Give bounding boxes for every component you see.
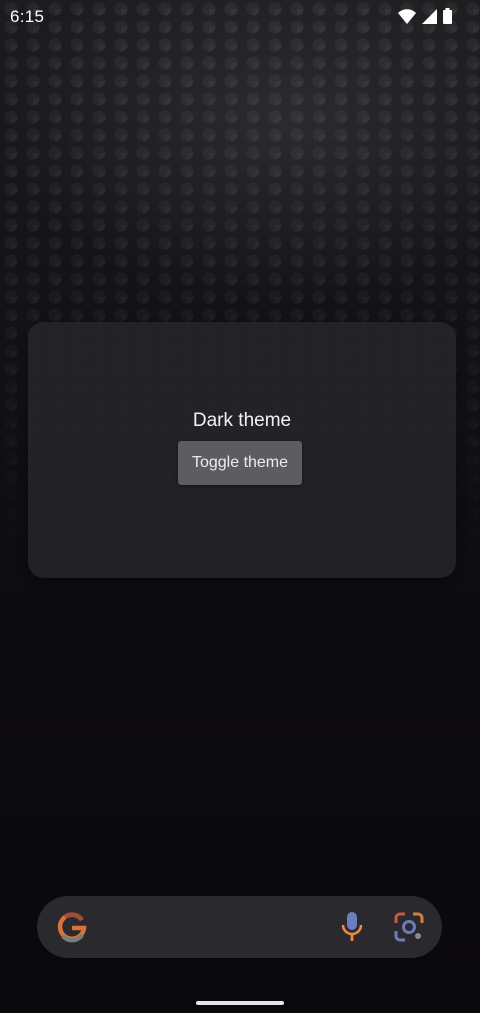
navigation-handle[interactable] — [196, 1001, 284, 1005]
theme-widget: Dark theme Toggle theme — [28, 322, 456, 578]
widget-title: Dark theme — [192, 410, 292, 431]
google-search-bar[interactable] — [37, 896, 442, 958]
status-bar: 6:15 — [0, 0, 480, 32]
toggle-theme-button[interactable]: Toggle theme — [178, 441, 302, 485]
google-lens-icon[interactable] — [394, 912, 424, 942]
google-g-icon[interactable] — [55, 910, 89, 944]
microphone-icon[interactable] — [340, 911, 364, 943]
battery-icon — [443, 8, 452, 24]
wifi-icon — [398, 8, 416, 24]
cellular-signal-icon — [422, 8, 437, 24]
home-screen: 6:15 Dark theme Toggle theme — [0, 0, 480, 1013]
status-icons — [398, 8, 452, 24]
status-time: 6:15 — [10, 7, 45, 26]
